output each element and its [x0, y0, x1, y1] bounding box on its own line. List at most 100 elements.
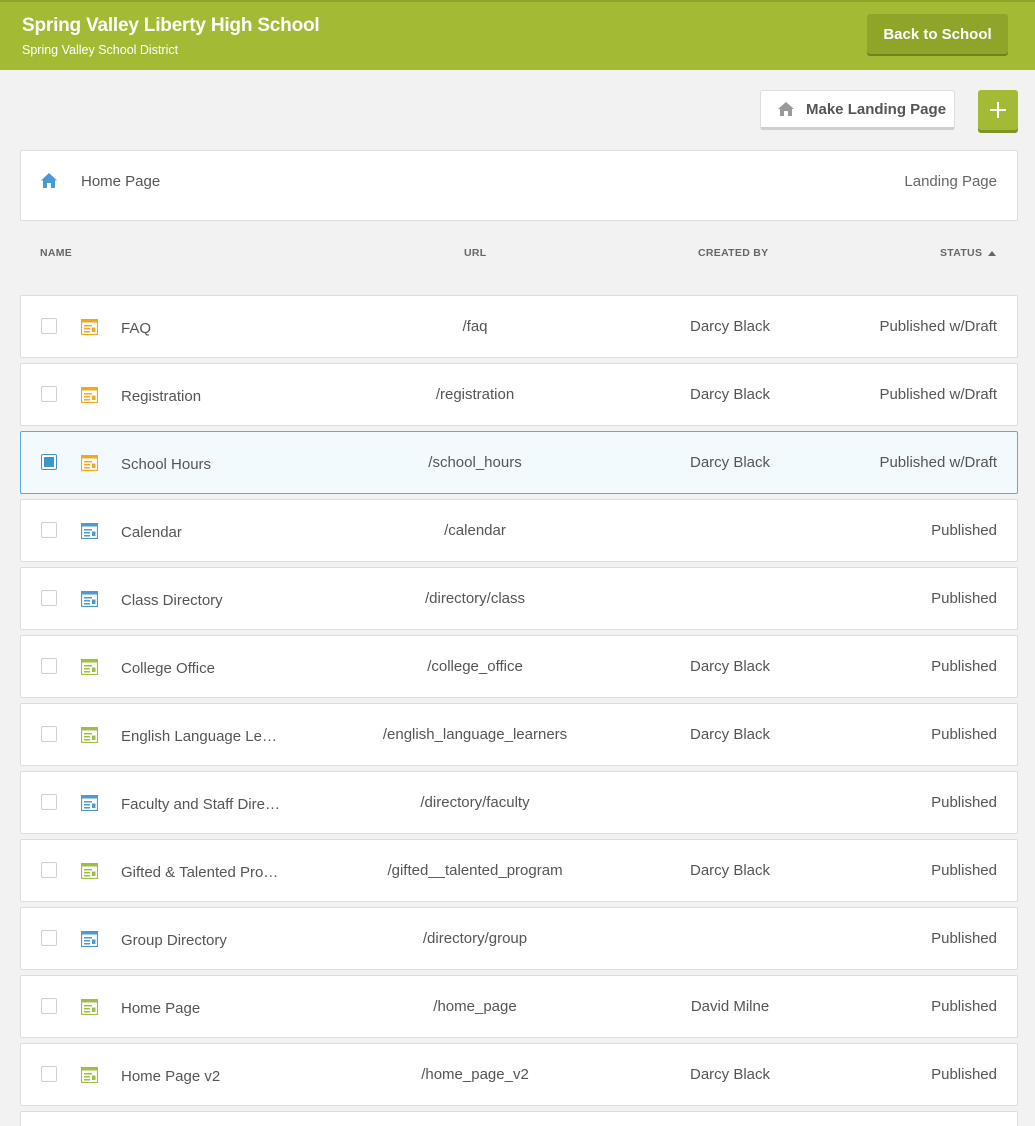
row-checkbox[interactable] — [41, 454, 57, 470]
page-name: College Office — [121, 660, 215, 677]
row-checkbox[interactable] — [41, 726, 57, 742]
page-list: FAQ/faq Darcy Black Published w/Draft Regis… — [20, 295, 1018, 1126]
page-name: Faculty and Staff Dire… — [121, 796, 280, 813]
page-name: School Hours — [121, 456, 212, 473]
page-row[interactable] — [20, 1111, 1018, 1126]
draft-page-icon — [80, 318, 99, 336]
page-url: /calendar — [444, 522, 506, 539]
directory-page-icon — [80, 522, 99, 540]
page-url: /directory/faculty — [420, 794, 530, 811]
page-row[interactable]: Home Page v2/home_page_v2 Darcy Black Publ… — [20, 1043, 1018, 1106]
page-url: /directory/group — [422, 930, 528, 947]
page-status: Published — [931, 794, 997, 811]
district-name: Spring Valley School District — [22, 43, 179, 57]
page-name: Gifted & Talented Pro… — [121, 864, 279, 881]
row-checkbox[interactable] — [41, 862, 57, 878]
page-status: Published w/Draft — [879, 386, 997, 403]
page-url: /college_office — [427, 658, 523, 675]
row-checkbox[interactable] — [41, 930, 57, 946]
row-checkbox[interactable] — [41, 1066, 57, 1082]
page-row[interactable]: School Hours/school_hours Darcy Black Publ… — [20, 431, 1018, 494]
published-page-icon — [80, 862, 99, 880]
page-status: Published w/Draft — [879, 454, 997, 471]
make-landing-page-label: Make Landing Page — [806, 100, 947, 118]
page-name: Group Directory — [121, 932, 227, 949]
page-name: Calendar — [121, 524, 182, 541]
page-created-by: Darcy Black — [689, 726, 771, 743]
row-checkbox[interactable] — [41, 522, 57, 538]
page-name: Home Page v2 — [121, 1068, 221, 1085]
back-to-school-button[interactable]: Back to School — [867, 14, 1008, 54]
published-page-icon — [80, 1066, 99, 1084]
column-header-status-label: STATUS — [940, 247, 983, 259]
row-checkbox[interactable] — [41, 590, 57, 606]
directory-page-icon — [80, 794, 99, 812]
page-status: Published — [931, 658, 997, 675]
sort-ascending-icon — [988, 250, 997, 256]
row-checkbox[interactable] — [41, 658, 57, 674]
page-status: Published — [931, 930, 997, 947]
page-row[interactable]: English Language Le… /english_language_le… — [20, 703, 1018, 766]
add-page-button[interactable] — [978, 90, 1018, 130]
column-header-created-by[interactable]: CREATED BY — [698, 247, 768, 259]
page-url: /faq — [462, 318, 488, 335]
page-created-by: Darcy Black — [689, 454, 771, 471]
page-name: FAQ — [121, 320, 152, 337]
draft-page-icon — [80, 386, 99, 404]
directory-page-icon — [80, 930, 99, 948]
landing-page-name: Home Page — [81, 173, 161, 190]
published-page-icon — [80, 726, 99, 744]
page-url: /home_page — [433, 998, 517, 1015]
page-row[interactable]: FAQ/faq Darcy Black Published w/Draft — [20, 295, 1018, 358]
page-name: Class Directory — [121, 592, 223, 609]
page-name: Home Page — [121, 1000, 201, 1017]
landing-page-card[interactable]: Home Page Landing Page — [20, 150, 1018, 221]
page-status: Published — [931, 590, 997, 607]
column-header-url[interactable]: URL — [464, 247, 486, 259]
column-header-status[interactable]: STATUS — [940, 247, 997, 259]
school-name: Spring Valley Liberty High School — [22, 15, 320, 36]
page-created-by: Darcy Black — [689, 318, 771, 335]
page-created-by: Darcy Black — [689, 862, 771, 879]
directory-page-icon — [80, 590, 99, 608]
page-row[interactable]: Class Directory/directory/class Published — [20, 567, 1018, 630]
published-page-icon — [80, 998, 99, 1016]
page-created-by: David Milne — [690, 998, 770, 1015]
app-header: Spring Valley Liberty High School Spring… — [0, 0, 1035, 70]
page-name: Registration — [121, 388, 202, 405]
page-url: /home_page_v2 — [421, 1066, 529, 1083]
landing-page-badge: Landing Page — [904, 173, 997, 190]
home-icon — [41, 173, 57, 188]
page-row[interactable]: College Office/college_office Darcy Black… — [20, 635, 1018, 698]
page-row[interactable]: Group Directory/directory/group Published — [20, 907, 1018, 970]
page-status: Published — [931, 998, 997, 1015]
page-status: Published — [931, 1066, 997, 1083]
row-checkbox[interactable] — [41, 318, 57, 334]
plus-icon — [990, 102, 1006, 118]
row-checkbox[interactable] — [41, 998, 57, 1014]
page-name: English Language Le… — [121, 728, 277, 745]
page-row[interactable]: Faculty and Staff Dire… /directory/facult… — [20, 771, 1018, 834]
page-row[interactable]: Gifted & Talented Pro… /gifted__talented_… — [20, 839, 1018, 902]
page-status: Published w/Draft — [879, 318, 997, 335]
row-checkbox[interactable] — [41, 794, 57, 810]
page-created-by: Darcy Black — [689, 658, 771, 675]
page-created-by: Darcy Black — [689, 1066, 771, 1083]
page-row[interactable]: Registration/registration Darcy Black Publ… — [20, 363, 1018, 426]
page-row[interactable]: Home Page/home_page David Milne Published — [20, 975, 1018, 1038]
page-url: /directory/class — [424, 590, 526, 607]
page-url: /english_language_learners — [382, 726, 568, 743]
published-page-icon — [80, 658, 99, 676]
column-header-name[interactable]: NAME — [40, 247, 72, 259]
page-url: /school_hours — [428, 454, 522, 471]
page-url: /registration — [435, 386, 515, 403]
page-status: Published — [931, 862, 997, 879]
draft-page-icon — [80, 454, 99, 472]
home-icon — [778, 102, 794, 116]
row-checkbox[interactable] — [41, 386, 57, 402]
page-row[interactable]: Calendar/calendar Published — [20, 499, 1018, 562]
page-created-by: Darcy Black — [689, 386, 771, 403]
make-landing-page-button[interactable]: Make Landing Page — [760, 90, 955, 130]
page-url: /gifted__talented_program — [387, 862, 563, 879]
page-status: Published — [931, 522, 997, 539]
